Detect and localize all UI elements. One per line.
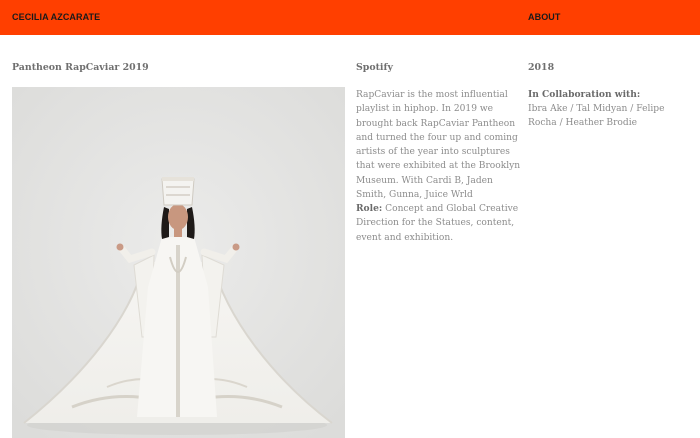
about-link[interactable]: ABOUT <box>528 12 561 22</box>
project-description: RapCaviar is the most influential playli… <box>356 90 521 200</box>
client-name: Spotify <box>356 62 393 73</box>
project-photo <box>12 87 345 438</box>
brand-logo-link[interactable]: CECILIA AZCARATE <box>12 12 100 22</box>
project-year: 2018 <box>528 62 555 73</box>
project-title: Pantheon RapCaviar 2019 <box>12 62 149 73</box>
collaborators-list: Ibra Ake / Tal Midyan / Felipe Rocha / H… <box>528 104 665 129</box>
top-navigation-bar: CECILIA AZCARATE ABOUT <box>0 0 700 35</box>
project-description-block: RapCaviar is the most influential playli… <box>356 88 522 245</box>
collaboration-label: In Collaboration with: <box>528 89 641 100</box>
role-label: Role: <box>356 203 383 214</box>
